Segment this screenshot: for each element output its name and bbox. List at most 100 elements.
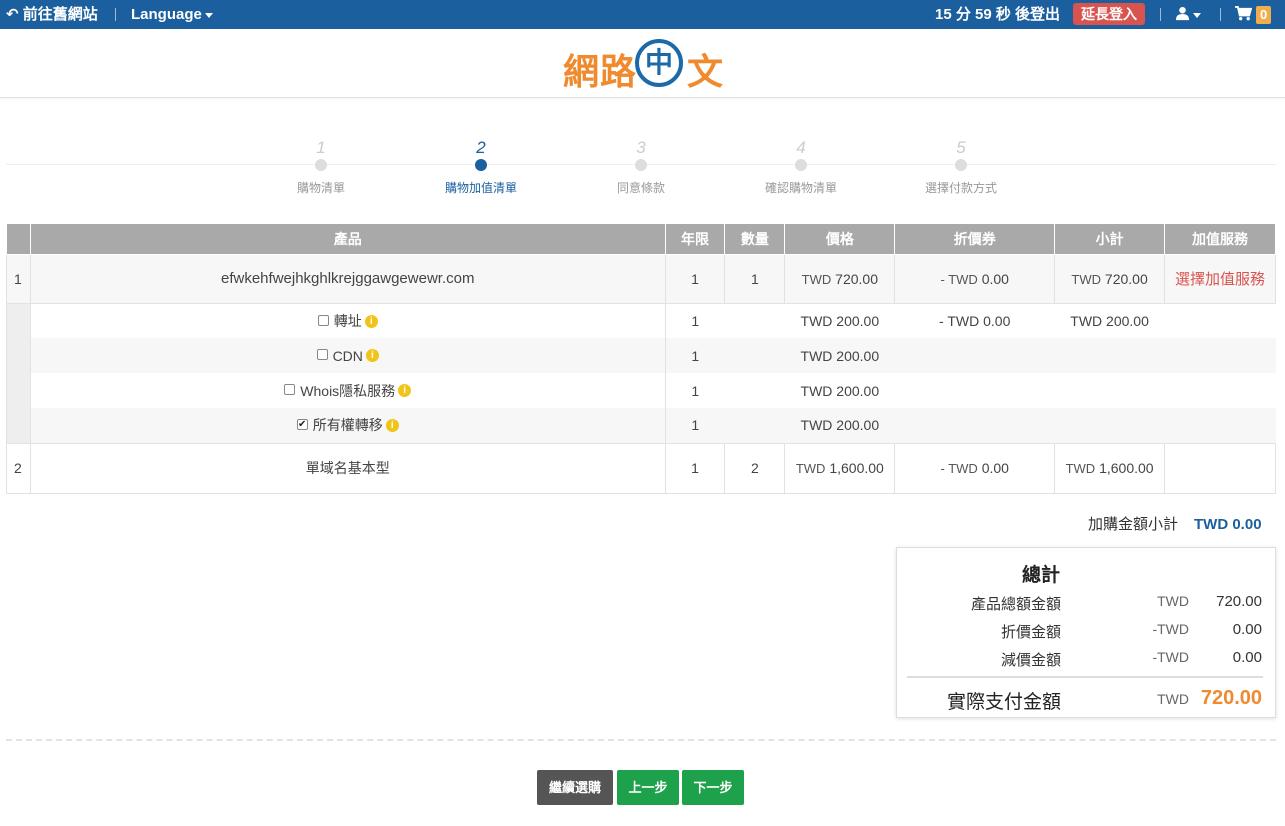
coupon-cell xyxy=(894,408,1055,443)
addon-row: ✔ 所有權轉移 i 1 TWD 200.00 xyxy=(6,408,1276,443)
step-dot xyxy=(635,159,647,171)
coupon-cell xyxy=(895,373,1055,408)
extend-login-button[interactable]: 延長登入 xyxy=(1073,3,1145,25)
cart-button[interactable]: 0 xyxy=(1235,0,1272,29)
back-to-old-site-link[interactable]: ↶ 前往舊網站 xyxy=(6,0,98,29)
step-number: 4 xyxy=(796,138,806,157)
summary-currency: TWD xyxy=(1157,593,1189,609)
step-number: 5 xyxy=(956,138,966,157)
next-step-button[interactable]: 下一步 xyxy=(682,770,744,805)
summary-currency: -TWD xyxy=(1152,621,1189,637)
table-row: 1 efwkehfwejhkghlkrejggawgewewr.com 1 1 … xyxy=(6,253,1276,304)
addon-name: Whois隱私服務 xyxy=(300,382,396,399)
table-row: 2 單域名基本型 1 2 TWD 1,600.00 - TWD 0.00 TWD… xyxy=(6,442,1276,494)
summary-amount: 720.00 xyxy=(1216,593,1262,610)
addon-checkbox[interactable] xyxy=(316,349,328,361)
quantity-cell: 1 xyxy=(724,253,786,304)
summary-row-reduction: 減價金額 -TWD 0.00 xyxy=(897,649,1277,669)
info-icon[interactable]: i xyxy=(365,349,379,363)
coupon-cell xyxy=(894,338,1055,373)
quantity-cell: 2 xyxy=(724,442,786,494)
user-icon xyxy=(1175,6,1190,20)
step-2-current: 2 購物加值清單 xyxy=(401,138,561,196)
summary-divider xyxy=(907,676,1263,678)
addon-row: 轉址 i 1 TWD 200.00 - TWD 0.00 TWD 200.00 xyxy=(6,303,1276,338)
step-label: 購物加值清單 xyxy=(444,181,517,195)
subtotal-cell xyxy=(1054,408,1165,443)
language-dropdown[interactable]: Language xyxy=(131,0,213,29)
vas-cell xyxy=(1164,338,1276,373)
divider xyxy=(1220,8,1221,21)
addon-subtotal-value: TWD 0.00 xyxy=(1194,516,1262,533)
step-label: 購物清單 xyxy=(296,181,345,195)
cart-count-badge: 0 xyxy=(1256,6,1272,25)
info-icon[interactable]: i xyxy=(364,314,378,328)
years-cell: 1 xyxy=(664,253,726,304)
addon-checkbox[interactable] xyxy=(317,314,329,326)
subtotal-cell: TWD 1,600.00 xyxy=(1054,442,1166,494)
info-icon[interactable]: i xyxy=(398,384,412,398)
addon-checkbox-checked[interactable]: ✔ xyxy=(296,419,308,431)
subtotal-value: 720.00 xyxy=(1104,270,1148,287)
product-name: efwkehfwejhkghlkrejggawgewewr.com xyxy=(29,253,666,304)
summary-row-product-total: 產品總額金額 TWD 720.00 xyxy=(897,593,1277,613)
row-index-blank xyxy=(6,303,31,338)
previous-step-button[interactable]: 上一步 xyxy=(617,770,679,805)
divider xyxy=(115,8,116,21)
addon-subtotal: 加購金額小計 TWD 0.00 xyxy=(1088,513,1262,534)
summary-row-discount: 折價金額 -TWD 0.00 xyxy=(897,621,1277,641)
summary-currency: TWD xyxy=(1157,691,1189,707)
addon-subtotal-label: 加購金額小計 xyxy=(1088,516,1179,533)
addon-name: 轉址 xyxy=(333,312,362,329)
quantity-cell xyxy=(724,338,785,373)
cart-table: 產品 年限 數量 價格 折價券 小計 加值服務 1 efwkehfwejhkgh… xyxy=(6,224,1276,494)
years-cell: 1 xyxy=(691,382,700,399)
info-icon[interactable]: i xyxy=(385,419,399,433)
coupon-cell: - TWD 0.00 xyxy=(939,312,1011,329)
summary-amount: 0.00 xyxy=(1232,621,1262,638)
logo-text-left: 網路 xyxy=(563,52,638,93)
years-cell: 1 xyxy=(665,408,725,443)
currency-label: TWD xyxy=(795,461,826,476)
coupon-cell: - TWD 0.00 xyxy=(894,253,1056,304)
cart-icon xyxy=(1235,5,1253,20)
summary-currency: -TWD xyxy=(1152,649,1189,665)
price-cell: TWD 200.00 xyxy=(800,312,880,329)
column-header-coupon: 折價券 xyxy=(894,224,1056,255)
back-arrow-icon: ↶ xyxy=(6,6,19,23)
caret-down-icon xyxy=(204,12,213,18)
row-index-blank xyxy=(6,338,31,373)
summary-total-amount: 720.00 xyxy=(1200,687,1262,709)
row-index-blank xyxy=(6,373,31,408)
step-dot xyxy=(475,159,487,171)
divider xyxy=(1160,8,1161,21)
column-header-product: 產品 xyxy=(29,224,666,255)
subtotal-cell: TWD 200.00 xyxy=(1070,312,1149,329)
table-header-row: 產品 年限 數量 價格 折價券 小計 加值服務 xyxy=(6,224,1276,255)
addon-checkbox[interactable] xyxy=(284,384,296,396)
price-cell: TWD 200.00 xyxy=(784,408,895,443)
subtotal-cell xyxy=(1054,338,1165,373)
years-cell: 1 xyxy=(691,312,700,329)
select-value-added-service-link[interactable]: 選擇加值服務 xyxy=(1175,271,1265,288)
step-dot xyxy=(315,159,327,171)
step-number: 1 xyxy=(316,138,326,157)
coupon-value: 0.00 xyxy=(981,460,1009,476)
back-to-old-site-label: 前往舊網站 xyxy=(22,6,98,23)
row-index-blank xyxy=(6,408,31,443)
coupon-cell: - TWD 0.00 xyxy=(894,442,1056,494)
user-menu-dropdown[interactable] xyxy=(1175,0,1201,29)
column-header-years: 年限 xyxy=(664,224,726,255)
site-logo[interactable]: 網路 中 文 xyxy=(563,37,723,93)
price-cell: TWD 200.00 xyxy=(800,382,880,399)
addon-row: Whois隱私服務 i 1 TWD 200.00 xyxy=(6,373,1276,408)
continue-shopping-button[interactable]: 繼續選購 xyxy=(537,770,613,805)
column-header xyxy=(6,224,31,255)
column-header-quantity: 數量 xyxy=(724,224,786,255)
quantity-cell xyxy=(725,373,785,408)
logo-text-right: 文 xyxy=(687,52,725,93)
step-number: 2 xyxy=(476,138,486,157)
top-bar: ↶ 前往舊網站 Language 15 分 59 秒 後登出 延長登入 0 xyxy=(0,0,1285,29)
subtotal-cell xyxy=(1055,373,1165,408)
summary-title: 總計 xyxy=(1021,565,1060,586)
